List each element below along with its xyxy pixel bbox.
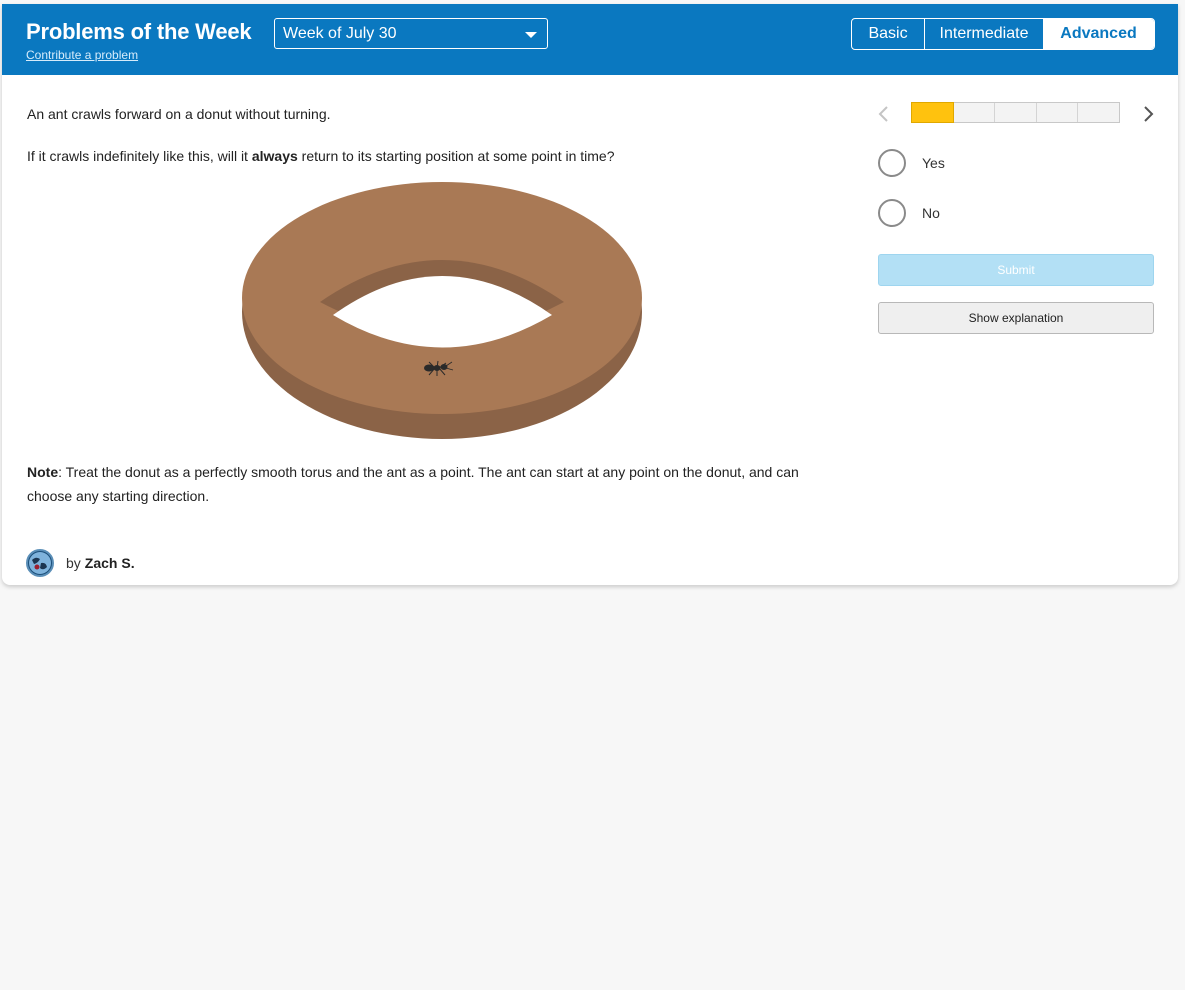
- question-emphasis: always: [251, 148, 298, 164]
- problem-note: Note: Treat the donut as a perfectly smo…: [27, 460, 847, 508]
- globe-avatar-icon[interactable]: [26, 549, 54, 577]
- ant-on-donut-illustration: [242, 182, 642, 439]
- chevron-left-icon[interactable]: [876, 104, 890, 124]
- answer-option-no[interactable]: No: [878, 199, 940, 227]
- radio-yes[interactable]: [878, 149, 906, 177]
- question-text-end: return to its starting position at some …: [297, 148, 615, 164]
- answer-option-yes[interactable]: Yes: [878, 149, 945, 177]
- problem-statement: An ant crawls forward on a donut without…: [27, 106, 331, 122]
- progress-segment[interactable]: [1037, 103, 1079, 122]
- author-name[interactable]: Zach S.: [85, 555, 135, 571]
- note-label: Note: [27, 464, 59, 480]
- note-text: : Treat the donut as a perfectly smooth …: [27, 464, 799, 504]
- answer-label-yes: Yes: [922, 155, 945, 171]
- radio-no[interactable]: [878, 199, 906, 227]
- page-title: Problems of the Week: [26, 19, 252, 44]
- header-bar: Problems of the Week Contribute a proble…: [2, 4, 1178, 75]
- progress-segment[interactable]: [995, 103, 1037, 122]
- answer-label-no: No: [922, 205, 940, 221]
- progress-segment[interactable]: [1078, 103, 1119, 122]
- progress-segment[interactable]: [954, 103, 996, 122]
- question-text-start: If it crawls indefinitely like this, wil…: [27, 148, 252, 164]
- difficulty-toggle: Basic Intermediate Advanced: [851, 18, 1155, 50]
- level-basic-tab[interactable]: Basic: [852, 19, 925, 49]
- author-credit: by Zach S.: [26, 548, 135, 578]
- week-dropdown[interactable]: Week of July 30: [274, 18, 548, 49]
- problem-question: If it crawls indefinitely like this, wil…: [27, 148, 615, 164]
- contribute-link[interactable]: Contribute a problem: [26, 48, 138, 62]
- level-intermediate-tab[interactable]: Intermediate: [925, 19, 1043, 49]
- caret-down-icon: [525, 32, 537, 38]
- problem-card: Problems of the Week Contribute a proble…: [2, 4, 1178, 585]
- show-explanation-button[interactable]: Show explanation: [878, 302, 1154, 334]
- week-dropdown-value: Week of July 30: [283, 25, 397, 42]
- progress-segment-current[interactable]: [911, 102, 954, 123]
- author-prefix: by: [66, 555, 81, 571]
- submit-button[interactable]: Submit: [878, 254, 1154, 286]
- problem-progress-bar: [911, 102, 1120, 123]
- chevron-right-icon[interactable]: [1142, 104, 1156, 124]
- level-advanced-tab[interactable]: Advanced: [1043, 19, 1154, 49]
